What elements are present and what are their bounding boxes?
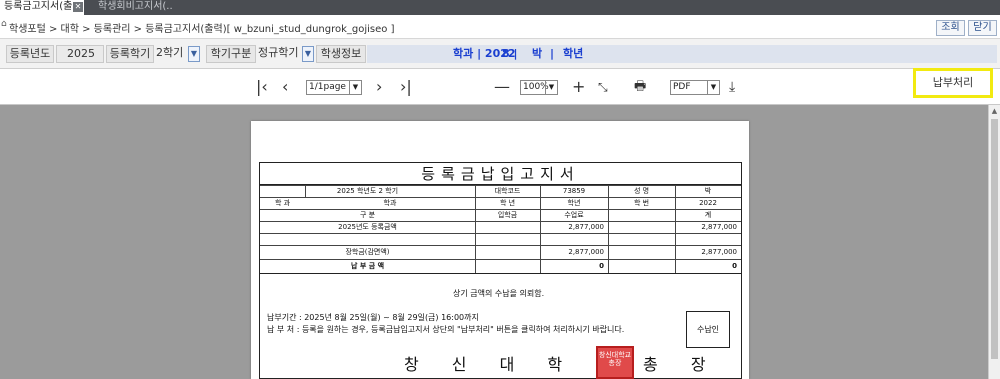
zoom-out-icon[interactable]: —	[494, 78, 510, 96]
pay-process-button[interactable]: 납부처리	[913, 68, 993, 98]
term-select[interactable]: 2학기	[154, 45, 188, 63]
tab-label: 학생회비고지서(..	[98, 1, 173, 12]
print-icon[interactable]: 🖶	[634, 78, 646, 96]
format-select[interactable]: PDF ▼	[670, 80, 720, 95]
dept-label: 학 과	[274, 199, 291, 207]
zoom-in-icon[interactable]: +	[572, 78, 585, 96]
chevron-down-icon[interactable]: ▼	[302, 46, 314, 62]
prev-page-icon[interactable]: ‹	[282, 78, 288, 96]
student-label: 학생정보	[316, 45, 366, 63]
close-icon[interactable]: ✕	[73, 2, 83, 12]
form-title: 등록금납입고지서	[260, 163, 741, 185]
payable-tuition: 0	[599, 262, 604, 270]
filter-bar: 등록년도 2025 등록학기 2학기 ▼ 학기구분 정규학기 ▼ 학생정보 학과…	[0, 39, 1000, 69]
entrance-fee-header: 입학금	[497, 211, 518, 219]
tab-student-fee-notice[interactable]: 학생회비고지서(..	[94, 0, 198, 15]
dept-value: 학과	[383, 199, 397, 207]
university-name: 창 신 대 학 교 총 장	[404, 355, 720, 374]
grade-value: 학년	[567, 199, 581, 207]
name-value: 박	[704, 187, 712, 195]
close-button[interactable]: 닫기	[968, 20, 997, 36]
payable-total: 0	[732, 262, 737, 270]
tab-label: 등록금고지서(출..	[4, 1, 79, 12]
request-text: 상기 금액의 수납을 의뢰함.	[453, 289, 545, 298]
payment-period: 납부기간 : 2025년 8월 25일(월) ~ 8월 29일(금) 16:00…	[267, 313, 479, 322]
page-value: 1/1page	[309, 82, 346, 92]
scroll-up-icon[interactable]: ▲	[989, 107, 1000, 117]
format-value: PDF	[673, 82, 691, 92]
tab-bar: 등록금고지서(출.. ✕ 학생회비고지서(..	[0, 0, 1000, 15]
official-seal: 창신대학교총장	[596, 346, 634, 379]
tab-tuition-notice[interactable]: 등록금고지서(출.. ✕	[0, 0, 84, 15]
query-button[interactable]: 조회	[936, 20, 965, 36]
viewer-toolbar: |‹ ‹ 1/1page ▼ › ›| — 100% ▼ + ⤡ 🖶 PDF ▼…	[0, 69, 1000, 105]
student-no-value: 2022	[699, 199, 717, 207]
fee-total: 2,877,000	[701, 223, 737, 231]
seal-text: 창신대학교총장	[598, 351, 632, 367]
tuition-header: 수업료	[564, 211, 584, 219]
grade-label: 학 년	[499, 199, 516, 207]
student-grade: 학년	[563, 47, 584, 60]
fee-tuition: 2,877,000	[568, 223, 604, 231]
scholarship-total: 2,877,000	[701, 248, 737, 256]
term-label: 등록학기	[106, 45, 154, 63]
tuition-notice-form: 등록금납입고지서 2025 학년도 2 학기 대학코드 73859 성 명 박 …	[259, 162, 742, 379]
student-separator: |	[550, 47, 555, 60]
student-number: 8 |	[502, 47, 518, 60]
chevron-down-icon[interactable]: ▼	[707, 81, 719, 94]
breadcrumb: 학생포털 > 대학 > 등록관리 > 등록금고지서(출력)[ w_bzuni_s…	[9, 24, 395, 35]
last-page-icon[interactable]: ›|	[400, 78, 412, 96]
category-header: 구 분	[359, 211, 376, 219]
college-code-value: 73859	[562, 187, 586, 195]
payable-label: 납 부 금 액	[350, 262, 385, 270]
fee-label: 2025년도 등록금액	[338, 223, 397, 231]
scroll-thumb[interactable]	[991, 119, 998, 359]
breadcrumb-bar: ⌂ 학생포털 > 대학 > 등록관리 > 등록금고지서(출력)[ w_bzuni…	[0, 15, 1000, 39]
chevron-down-icon[interactable]: ▼	[545, 81, 557, 94]
kind-select[interactable]: 정규학기	[256, 45, 302, 63]
scholarship-label: 장학금(감면액)	[345, 248, 390, 256]
year-label: 등록년도	[6, 45, 54, 63]
student-info: 학과 | 2022 8 | 박 | 학년	[367, 45, 997, 63]
payment-place: 납 부 처 : 등록을 원하는 경우, 등록금납입고지서 상단의 "납부처리" …	[267, 325, 625, 334]
kind-label: 학기구분	[206, 45, 256, 63]
page-select[interactable]: 1/1page ▼	[306, 80, 362, 95]
home-icon: ⌂	[1, 19, 7, 29]
chevron-down-icon[interactable]: ▼	[349, 81, 361, 94]
receipt-stamp-box: 수납인	[686, 311, 730, 348]
next-page-icon[interactable]: ›	[376, 78, 382, 96]
first-page-icon[interactable]: |‹	[256, 78, 268, 96]
student-no-label: 학 번	[633, 199, 650, 207]
download-icon[interactable]: ⤓	[729, 78, 735, 96]
scholarship-tuition: 2,877,000	[568, 248, 604, 256]
vertical-scrollbar[interactable]: ▲	[988, 105, 1000, 379]
student-name: 박	[532, 47, 543, 60]
fit-page-icon[interactable]: ⤡	[598, 78, 608, 96]
year-field[interactable]: 2025	[56, 45, 104, 63]
zoom-select[interactable]: 100% ▼	[520, 80, 558, 95]
name-label: 성 명	[633, 187, 650, 195]
chevron-down-icon[interactable]: ▼	[188, 46, 200, 62]
term-cell: 2025 학년도 2 학기	[336, 187, 399, 195]
college-code-label: 대학코드	[494, 187, 521, 195]
total-header: 계	[704, 211, 712, 219]
